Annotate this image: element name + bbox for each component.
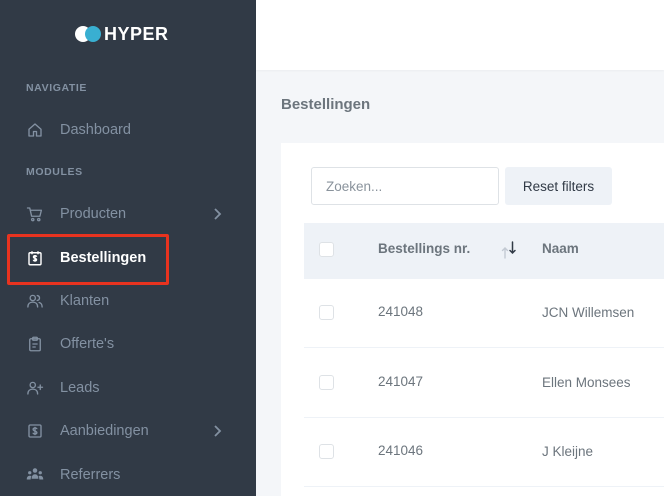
- name-cell: J Kleijne: [542, 444, 594, 459]
- sidebar-item-bestellingen[interactable]: Bestellingen: [0, 238, 256, 278]
- brand-name: HYPER: [104, 23, 169, 44]
- select-all-checkbox[interactable]: [319, 242, 334, 257]
- column-header-name[interactable]: Naam: [542, 241, 579, 256]
- sidebar-item-leads[interactable]: Leads: [0, 368, 256, 408]
- order-number-cell: 241047: [378, 374, 424, 389]
- sidebar-item-label: Offerte's: [60, 336, 115, 352]
- sidebar-item-label: Leads: [60, 380, 100, 396]
- chevron-right-icon: [211, 424, 223, 438]
- page-title: Bestellingen: [281, 96, 371, 113]
- reset-filters-button[interactable]: Reset filters: [505, 167, 612, 205]
- order-number-cell: 241048: [378, 304, 424, 319]
- section-title-modules: MODULES: [26, 166, 83, 178]
- section-title-navigatie: NAVIGATIE: [26, 82, 88, 94]
- sidebar-item-dashboard[interactable]: Dashboard: [0, 110, 256, 150]
- order-icon: [26, 249, 44, 267]
- sort-icon[interactable]: [500, 239, 518, 261]
- brand-logo[interactable]: HYPER: [75, 24, 169, 44]
- table-header: [304, 223, 664, 279]
- row-divider: [304, 417, 664, 418]
- sidebar-item-label: Referrers: [60, 467, 121, 483]
- chevron-right-icon: [211, 207, 223, 221]
- row-checkbox[interactable]: [319, 305, 334, 320]
- row-divider: [304, 347, 664, 348]
- order-number-cell: 241046: [378, 443, 424, 458]
- sidebar-item-label: Dashboard: [60, 122, 131, 138]
- home-icon: [26, 121, 44, 139]
- sidebar-item-label: Klanten: [60, 293, 110, 309]
- sidebar: HYPER NAVIGATIE Dashboard MODULES Produc…: [0, 0, 256, 496]
- users-icon: [26, 292, 44, 310]
- cart-icon: [26, 205, 44, 223]
- row-divider: [304, 486, 664, 487]
- sidebar-item-label: Bestellingen: [60, 250, 147, 266]
- sidebar-item-referrers[interactable]: Referrers: [0, 455, 256, 495]
- name-cell: JCN Willemsen: [542, 305, 635, 320]
- name-cell: Ellen Monsees: [542, 375, 631, 390]
- sidebar-item-label: Aanbiedingen: [60, 423, 149, 439]
- group-icon: [26, 466, 44, 484]
- dollar-box-icon: [26, 422, 44, 440]
- search-input[interactable]: [311, 167, 499, 205]
- sidebar-item-label: Producten: [60, 206, 127, 222]
- logo-mark-icon: [75, 25, 103, 43]
- column-header-order-number[interactable]: Bestellings nr.: [378, 241, 470, 256]
- sidebar-item-aanbiedingen[interactable]: Aanbiedingen: [0, 411, 256, 451]
- row-checkbox[interactable]: [319, 375, 334, 390]
- sidebar-item-klanten[interactable]: Klanten: [0, 281, 256, 321]
- sidebar-item-offertes[interactable]: Offerte's: [0, 324, 256, 364]
- clipboard-icon: [26, 335, 44, 353]
- row-checkbox[interactable]: [319, 444, 334, 459]
- user-plus-icon: [26, 379, 44, 397]
- sidebar-item-producten[interactable]: Producten: [0, 194, 256, 234]
- topbar: [256, 0, 664, 70]
